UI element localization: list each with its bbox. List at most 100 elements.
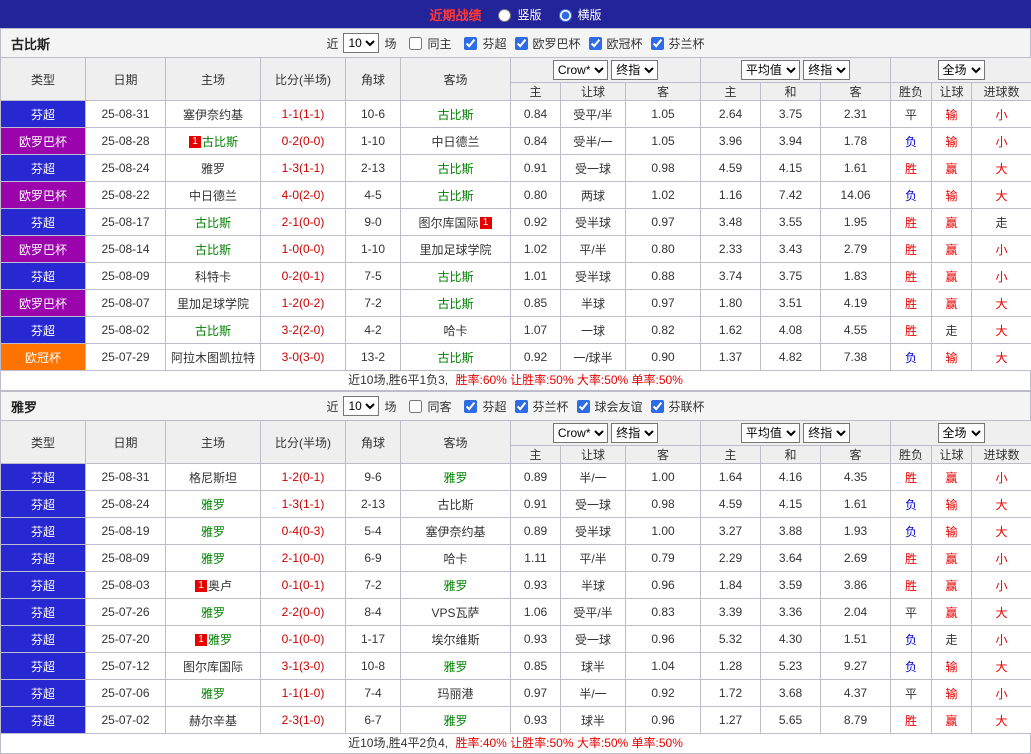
league-badge: 欧罗巴杯 — [1, 236, 86, 263]
league-filter[interactable]: 芬超 — [460, 34, 506, 53]
avg-odds-cell: 5.65 — [761, 707, 821, 734]
corner-cell: 6-9 — [346, 545, 401, 572]
league-filter[interactable]: 欧罗巴杯 — [511, 34, 581, 53]
corner-cell: 13-2 — [346, 344, 401, 371]
score-cell: 2-1(0-0) — [261, 209, 346, 236]
result-cell: 负 — [891, 653, 932, 680]
league-checkbox[interactable] — [464, 400, 477, 413]
avg-odds-cell: 3.86 — [821, 572, 891, 599]
same-side-checkbox[interactable] — [409, 400, 422, 413]
bookmaker-odds-cell: 球半 — [561, 707, 626, 734]
league-checkbox[interactable] — [464, 37, 477, 50]
avg-odds-cell: 3.36 — [761, 599, 821, 626]
avg-odds-cell: 4.15 — [761, 491, 821, 518]
match-count-select[interactable]: 10 — [343, 33, 379, 53]
team-name: 雅罗 — [201, 606, 225, 620]
home-team-cell: 古比斯 — [166, 236, 261, 263]
league-badge: 欧罗巴杯 — [1, 290, 86, 317]
league-filter[interactable]: 芬联杯 — [647, 397, 705, 416]
vertical-layout-radio[interactable] — [498, 9, 511, 22]
league-checkbox[interactable] — [515, 37, 528, 50]
bookmaker-odds-cell: 两球 — [561, 182, 626, 209]
result-cell: 平 — [891, 599, 932, 626]
match-date: 25-08-31 — [86, 101, 166, 128]
avg-odds-cell: 2.31 — [821, 101, 891, 128]
league-checkbox[interactable] — [651, 400, 664, 413]
full-match-select[interactable]: 全场 — [938, 423, 985, 443]
league-checkbox[interactable] — [515, 400, 528, 413]
avg-odds-cell: 2.64 — [701, 101, 761, 128]
league-filter[interactable]: 芬兰杯 — [511, 397, 569, 416]
team-name: 雅罗 — [443, 660, 467, 674]
avg-odds-cell: 4.82 — [761, 344, 821, 371]
team-name: VPS瓦萨 — [431, 606, 479, 620]
avg-odds-cell: 2.79 — [821, 236, 891, 263]
result-cell: 输 — [932, 344, 972, 371]
same-side-checkbox[interactable] — [409, 37, 422, 50]
league-badge: 芬超 — [1, 707, 86, 734]
league-checkbox[interactable] — [577, 400, 590, 413]
same-side-filter[interactable]: 同主 — [405, 34, 451, 53]
corner-cell: 2-13 — [346, 155, 401, 182]
league-filter[interactable]: 芬兰杯 — [647, 34, 705, 53]
team-name: 格尼斯坦 — [189, 471, 237, 485]
layout-option-vertical[interactable]: 竖版 — [493, 6, 541, 23]
bookmaker-odds-cell: 0.98 — [626, 155, 701, 182]
league-badge: 芬超 — [1, 491, 86, 518]
away-team-cell: 古比斯 — [401, 101, 511, 128]
team-name: 古比斯 — [437, 270, 473, 284]
away-team-cell: 图尔库国际1 — [401, 209, 511, 236]
avg-odds-cell: 3.55 — [761, 209, 821, 236]
league-checkbox[interactable] — [651, 37, 664, 50]
average-odds-select[interactable]: 平均值 — [741, 60, 800, 80]
bookmaker-odds-header: Crow* 终指 — [511, 58, 701, 83]
avg-odds-cell: 4.19 — [821, 290, 891, 317]
result-cell: 赢 — [932, 263, 972, 290]
home-team-cell: 雅罗 — [166, 518, 261, 545]
match-count-select[interactable]: 10 — [343, 396, 379, 416]
league-checkbox[interactable] — [589, 37, 602, 50]
full-match-select[interactable]: 全场 — [938, 60, 985, 80]
bookmaker-odds-cell: 1.06 — [511, 599, 561, 626]
bookmaker-select[interactable]: Crow* — [553, 60, 608, 80]
summary-record: 近10场,胜6平1负3, — [348, 373, 448, 387]
final-odds-select[interactable]: 终指 — [611, 423, 658, 443]
avg-odds-cell: 4.59 — [701, 155, 761, 182]
team-name: 雅罗 — [201, 162, 225, 176]
same-side-filter[interactable]: 同客 — [405, 397, 451, 416]
result-cell: 赢 — [932, 290, 972, 317]
horizontal-layout-radio[interactable] — [559, 9, 572, 22]
score-cell: 3-2(2-0) — [261, 317, 346, 344]
avg-odds-cell: 4.55 — [821, 317, 891, 344]
away-team-cell: 中日德兰 — [401, 128, 511, 155]
corner-cell: 4-2 — [346, 317, 401, 344]
bookmaker-odds-cell: 半球 — [561, 572, 626, 599]
col-avg-draw: 和 — [761, 446, 821, 464]
result-cell: 小 — [972, 545, 1031, 572]
avg-odds-cell: 1.78 — [821, 128, 891, 155]
bookmaker-select[interactable]: Crow* — [553, 423, 608, 443]
league-filter[interactable]: 欧冠杯 — [585, 34, 643, 53]
average-odds-select[interactable]: 平均值 — [741, 423, 800, 443]
result-cell: 走 — [932, 626, 972, 653]
corner-cell: 2-13 — [346, 491, 401, 518]
bookmaker-odds-cell: 0.79 — [626, 545, 701, 572]
away-team-cell: 塞伊奈约基 — [401, 518, 511, 545]
final-odds-select[interactable]: 终指 — [803, 423, 850, 443]
final-odds-select[interactable]: 终指 — [611, 60, 658, 80]
home-team-cell: 阿拉木图凯拉特 — [166, 344, 261, 371]
col-away: 客场 — [401, 421, 511, 464]
avg-odds-cell: 3.27 — [701, 518, 761, 545]
layout-option-horizontal[interactable]: 横版 — [554, 6, 602, 23]
team-name: 里加足球学院 — [177, 297, 249, 311]
final-odds-select[interactable]: 终指 — [803, 60, 850, 80]
result-cell: 小 — [972, 626, 1031, 653]
corner-cell: 9-6 — [346, 464, 401, 491]
match-row: 欧罗巴杯25-08-14古比斯1-0(0-0)1-10里加足球学院1.02平/半… — [1, 236, 1031, 263]
match-date: 25-08-14 — [86, 236, 166, 263]
league-filter[interactable]: 球会友谊 — [573, 397, 643, 416]
section-bar: 古比斯 近 10 场 同主 芬超欧罗巴杯欧冠杯芬兰杯 — [0, 28, 1031, 57]
league-badge: 芬超 — [1, 317, 86, 344]
corner-cell: 9-0 — [346, 209, 401, 236]
league-filter[interactable]: 芬超 — [460, 397, 506, 416]
